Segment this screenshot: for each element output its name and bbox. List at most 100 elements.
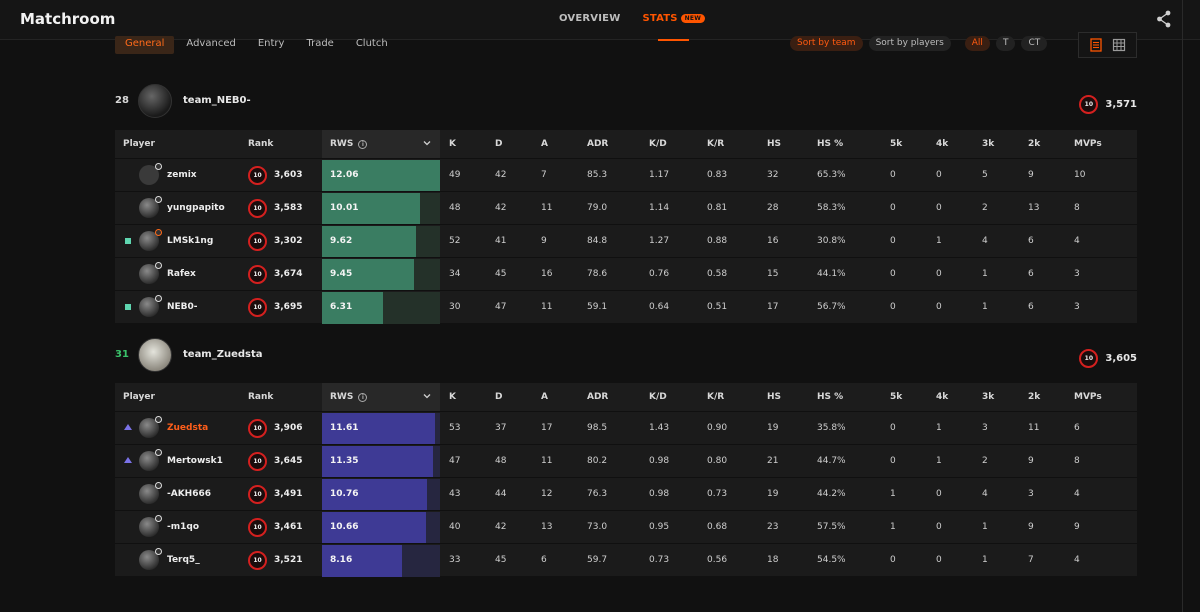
player-name[interactable]: Zuedsta: [167, 412, 208, 444]
column-header-player[interactable]: Player: [123, 383, 155, 411]
side-all-button[interactable]: All: [964, 36, 990, 51]
column-header-2k[interactable]: 2k: [1028, 383, 1040, 411]
stat-headshot-percent: 30.8%: [817, 236, 846, 246]
player-name[interactable]: Rafex: [167, 258, 196, 290]
column-header-headshots[interactable]: HS: [767, 130, 781, 158]
table-row[interactable]: yungpapito 10 3,583 10.01 48 42 11 79.0 1.14 0.81…: [115, 191, 1137, 225]
column-header-4k[interactable]: 4k: [936, 130, 948, 158]
player-name[interactable]: yungpapito: [167, 192, 225, 224]
column-header-headshot-percent[interactable]: HS %: [817, 130, 843, 158]
player-name[interactable]: -AKH666: [167, 478, 211, 510]
column-header-assists[interactable]: A: [541, 130, 548, 158]
stat-headshots: 18: [767, 555, 779, 565]
stat-adr: 84.8: [587, 236, 608, 246]
player-name[interactable]: -m1qo: [167, 511, 199, 543]
column-header-player[interactable]: Player: [123, 130, 155, 158]
column-header-5k[interactable]: 5k: [890, 130, 902, 158]
column-header-label: ADR: [587, 139, 609, 149]
column-header-rws[interactable]: RWS i: [330, 383, 368, 411]
column-header-mvps[interactable]: MVPs: [1074, 383, 1102, 411]
side-ct-button[interactable]: CT: [1021, 36, 1048, 51]
column-header-label: 4k: [936, 139, 949, 149]
sort-by-players-button[interactable]: Sort by players: [868, 36, 951, 51]
table-row[interactable]: Mertowsk1 10 3,645 11.35 47 48 11 80.2 0.98 0.80 2…: [115, 444, 1137, 478]
column-header-kr-ratio[interactable]: K/R: [707, 383, 724, 411]
table-row[interactable]: LMSk1ng 10 3,302 9.62 52 41 9 84.8 1.27 0.88 16 30.…: [115, 224, 1137, 258]
column-header-kd-ratio[interactable]: K/D: [649, 130, 667, 158]
column-header-rank[interactable]: Rank: [248, 383, 273, 411]
table-row[interactable]: Terq5_ 10 3,521 8.16 33 45 6 59.7 0.73 0.56 18 54.5…: [115, 543, 1137, 577]
column-header-headshot-percent[interactable]: HS %: [817, 383, 843, 411]
column-header-3k[interactable]: 3k: [982, 383, 994, 411]
subtab-general[interactable]: General: [115, 36, 175, 54]
column-header-assists[interactable]: A: [541, 383, 548, 411]
stat-3k: 1: [982, 522, 988, 532]
column-header-label: K: [449, 392, 456, 402]
stat-kr-ratio: 0.56: [707, 555, 728, 565]
column-header-label: K: [449, 139, 456, 149]
subtab-clutch[interactable]: Clutch: [346, 36, 398, 54]
table-row[interactable]: -AKH666 10 3,491 10.76 43 44 12 76.3 0.98 0.73 19 4…: [115, 477, 1137, 511]
stat-kr-ratio: 0.51: [707, 302, 728, 312]
player-name[interactable]: LMSk1ng: [167, 225, 213, 257]
tab-stats[interactable]: STATS NEW: [642, 13, 706, 41]
chevron-down-icon[interactable]: [423, 139, 431, 147]
stat-deaths: 42: [495, 170, 507, 180]
column-header-kills[interactable]: K: [449, 130, 456, 158]
subtab-advanced[interactable]: Advanced: [176, 36, 245, 54]
table-row[interactable]: Rafex 10 3,674 9.45 34 45 16 78.6 0.76 0.58 15 44.1…: [115, 257, 1137, 291]
stat-2k: 3: [1028, 489, 1034, 499]
column-header-kr-ratio[interactable]: K/R: [707, 130, 724, 158]
party-indicator: [124, 457, 132, 463]
stat-headshot-percent: 44.1%: [817, 269, 846, 279]
team1-stats-table: Player Rank RWS i K D A ADR K/D K/R HS HS % 5k 4k 3k 2k…: [115, 130, 1137, 324]
column-header-mvps[interactable]: MVPs: [1074, 130, 1102, 158]
stat-kr-ratio: 0.58: [707, 269, 728, 279]
team-avatar[interactable]: [138, 84, 172, 118]
player-name[interactable]: zemix: [167, 159, 197, 191]
column-header-adr[interactable]: ADR: [587, 130, 608, 158]
column-header-deaths[interactable]: D: [495, 383, 502, 411]
column-header-5k[interactable]: 5k: [890, 383, 902, 411]
table-row[interactable]: Zuedsta 10 3,906 11.61 53 37 17 98.5 1.43 0.90 19 3…: [115, 411, 1137, 445]
team-avatar[interactable]: [138, 338, 172, 372]
info-icon[interactable]: i: [358, 139, 368, 149]
table-row[interactable]: -m1qo 10 3,461 10.66 40 42 13 73.0 0.95 0.68 23 57.…: [115, 510, 1137, 544]
grid-view-icon[interactable]: [1112, 38, 1126, 52]
player-name[interactable]: Mertowsk1: [167, 445, 223, 477]
column-header-adr[interactable]: ADR: [587, 383, 608, 411]
side-t-button[interactable]: T: [995, 36, 1016, 51]
stat-2k: 11: [1028, 423, 1040, 433]
table-row[interactable]: zemix 10 3,603 12.06 49 42 7 85.3 1.17 0.83 32 65.3…: [115, 158, 1137, 192]
player-name[interactable]: NEB0-: [167, 291, 198, 323]
column-header-rws[interactable]: RWS i: [330, 130, 368, 158]
column-header-kills[interactable]: K: [449, 383, 456, 411]
column-header-label: K/D: [649, 139, 667, 149]
stat-assists: 6: [541, 555, 547, 565]
team-name[interactable]: team_NEB0-: [183, 95, 251, 106]
column-header-kd-ratio[interactable]: K/D: [649, 383, 667, 411]
team-name[interactable]: team_Zuedsta: [183, 349, 263, 360]
sort-by-team-button[interactable]: Sort by team: [790, 36, 863, 51]
rws-value: 6.31: [330, 302, 353, 312]
column-header-headshots[interactable]: HS: [767, 383, 781, 411]
stat-4k: 1: [936, 236, 942, 246]
top-bar: Matchroom OVERVIEW STATS NEW: [0, 0, 1200, 41]
column-header-3k[interactable]: 3k: [982, 130, 994, 158]
rws-value: 10.01: [330, 203, 359, 213]
stat-5k: 1: [890, 489, 896, 499]
chevron-down-icon[interactable]: [423, 392, 431, 400]
column-header-rank[interactable]: Rank: [248, 130, 273, 158]
column-header-2k[interactable]: 2k: [1028, 130, 1040, 158]
table-row[interactable]: NEB0- 10 3,695 6.31 30 47 11 59.1 0.64 0.51 17 56.7…: [115, 290, 1137, 324]
column-header-4k[interactable]: 4k: [936, 383, 948, 411]
column-header-deaths[interactable]: D: [495, 130, 502, 158]
stat-kills: 53: [449, 423, 461, 433]
share-icon[interactable]: [1156, 10, 1172, 28]
info-icon[interactable]: i: [358, 392, 368, 402]
player-name[interactable]: Terq5_: [167, 544, 200, 576]
tab-overview[interactable]: OVERVIEW: [559, 13, 620, 24]
subtab-trade[interactable]: Trade: [296, 36, 343, 54]
subtab-entry[interactable]: Entry: [248, 36, 295, 54]
list-view-icon[interactable]: [1089, 38, 1103, 52]
